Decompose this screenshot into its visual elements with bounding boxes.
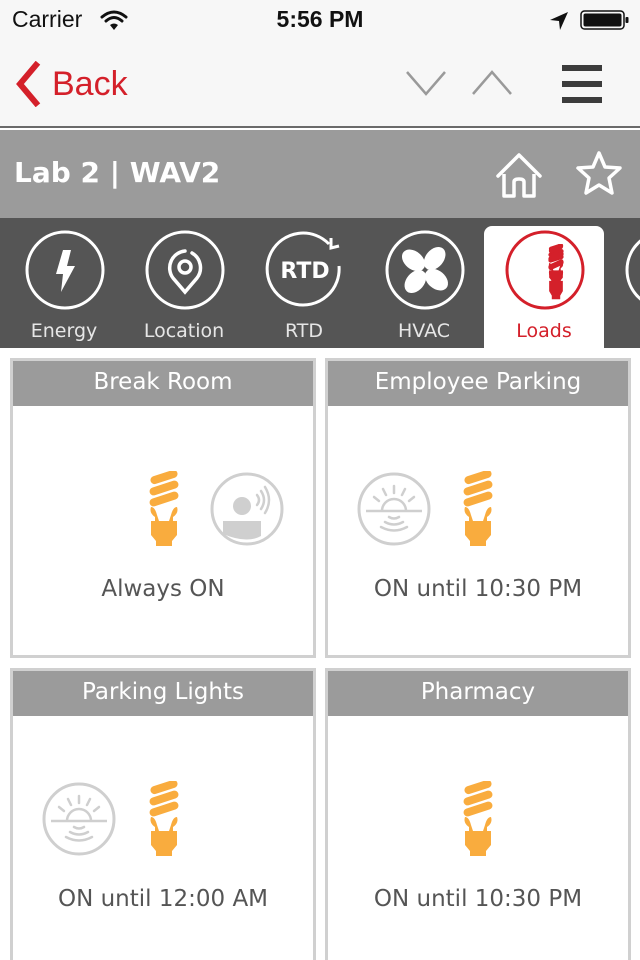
tab-label: Location bbox=[143, 320, 225, 342]
tab-partial[interactable]: T bbox=[604, 226, 640, 348]
load-icons bbox=[13, 781, 313, 861]
load-status: ON until 10:30 PM bbox=[373, 886, 583, 912]
chevron-left-icon bbox=[16, 61, 41, 107]
star-icon[interactable] bbox=[574, 150, 624, 198]
daylight-sensor-icon bbox=[41, 781, 117, 857]
light-bulb-icon bbox=[460, 471, 496, 547]
light-bulb-icon bbox=[505, 230, 585, 310]
battery-icon bbox=[580, 10, 629, 30]
category-tab-strip: Energy Location RTD RTD HVAC Loads bbox=[0, 218, 640, 348]
load-card-employee-parking[interactable]: Employee Parking ON until 10:30 PM bbox=[325, 358, 631, 658]
location-arrow-icon bbox=[550, 12, 568, 30]
tab-loads[interactable]: Loads bbox=[484, 226, 604, 348]
daylight-sensor-icon bbox=[356, 471, 432, 547]
load-card-break-room[interactable]: Break Room Always ON bbox=[10, 358, 316, 658]
tab-hvac[interactable]: HVAC bbox=[364, 226, 484, 348]
hamburger-menu-icon[interactable] bbox=[562, 65, 602, 103]
back-button[interactable]: Back bbox=[12, 60, 128, 108]
location-pin-icon bbox=[145, 230, 225, 310]
light-bulb-icon bbox=[146, 471, 182, 547]
chevron-up-icon[interactable] bbox=[470, 68, 514, 98]
title-bar: Lab 2 | WAV2 bbox=[0, 130, 640, 218]
tab-energy[interactable]: Energy bbox=[4, 226, 124, 348]
lightning-bolt-icon bbox=[25, 230, 105, 310]
fan-icon bbox=[385, 230, 465, 310]
back-label: Back bbox=[52, 64, 128, 103]
tab-location[interactable]: Location bbox=[124, 226, 244, 348]
load-name: Employee Parking bbox=[328, 361, 628, 406]
tab-label: T bbox=[604, 320, 640, 342]
load-status: Always ON bbox=[101, 576, 225, 602]
load-icons bbox=[328, 471, 628, 551]
load-card-pharmacy[interactable]: Pharmacy ON until 10:30 PM bbox=[325, 668, 631, 960]
rtd-refresh-icon: RTD bbox=[265, 231, 341, 307]
navigation-bar: Back bbox=[0, 40, 640, 128]
light-bulb-icon bbox=[146, 781, 182, 857]
tab-label: Energy bbox=[30, 320, 98, 342]
svg-text:RTD: RTD bbox=[280, 259, 329, 284]
tab-label: HVAC bbox=[398, 320, 450, 342]
load-name: Parking Lights bbox=[13, 671, 313, 716]
tab-label: Loads bbox=[516, 320, 572, 342]
light-bulb-icon bbox=[460, 781, 496, 857]
load-icons bbox=[13, 471, 313, 551]
tab-rtd[interactable]: RTD RTD bbox=[244, 226, 364, 348]
home-icon[interactable] bbox=[494, 152, 544, 200]
status-bar: Carrier 5:56 PM bbox=[0, 0, 640, 40]
load-icons bbox=[328, 781, 628, 861]
load-card-parking-lights[interactable]: Parking Lights ON until 12:00 AM bbox=[10, 668, 316, 960]
chevron-down-icon[interactable] bbox=[404, 68, 448, 98]
page-title: Lab 2 | WAV2 bbox=[14, 156, 221, 189]
tab-label: RTD bbox=[284, 320, 324, 342]
occupancy-sensor-icon bbox=[209, 471, 285, 547]
load-status: ON until 10:30 PM bbox=[373, 576, 583, 602]
status-time: 5:56 PM bbox=[276, 6, 364, 32]
partial-tab-icon bbox=[625, 239, 640, 301]
load-name: Pharmacy bbox=[328, 671, 628, 716]
load-name: Break Room bbox=[13, 361, 313, 406]
load-status: ON until 12:00 AM bbox=[57, 886, 269, 912]
